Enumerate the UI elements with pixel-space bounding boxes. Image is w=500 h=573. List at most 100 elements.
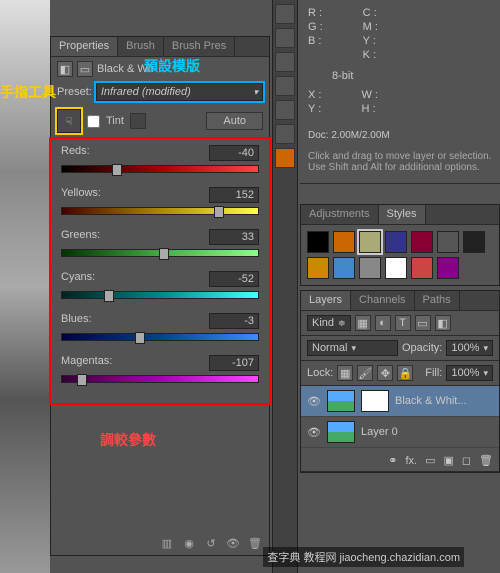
dock-icon[interactable] bbox=[275, 100, 295, 120]
lock-paint-icon[interactable]: 🖌 bbox=[357, 365, 373, 381]
filter-adjust-icon[interactable]: ◐ bbox=[375, 315, 391, 331]
slider-track[interactable] bbox=[61, 291, 259, 299]
tab-brush[interactable]: Brush bbox=[118, 37, 164, 56]
slider-thumb[interactable] bbox=[104, 290, 114, 302]
opacity-input[interactable]: 100%▾ bbox=[446, 340, 493, 356]
slider-track[interactable] bbox=[61, 249, 259, 257]
style-swatch[interactable] bbox=[411, 257, 433, 279]
tab-layers[interactable]: Layers bbox=[301, 291, 351, 310]
xy-readout: X :Y : bbox=[308, 88, 321, 116]
tint-checkbox[interactable] bbox=[87, 115, 100, 128]
layer-row[interactable]: 👁 Black & Whit... bbox=[301, 386, 499, 417]
lock-transparency-icon[interactable]: ▦ bbox=[337, 365, 353, 381]
layer-row[interactable]: 👁 Layer 0 bbox=[301, 417, 499, 448]
trash-icon[interactable]: 🗑 bbox=[247, 535, 263, 551]
delete-layer-icon[interactable]: 🗑 bbox=[479, 454, 493, 467]
dock-icon[interactable] bbox=[275, 124, 295, 144]
reset-icon[interactable]: ↺ bbox=[203, 535, 219, 551]
new-layer-icon[interactable]: ◻ bbox=[462, 454, 471, 467]
blend-mode-dropdown[interactable]: Normal▾ bbox=[307, 340, 398, 356]
rgb-readout: R :G :B : bbox=[308, 6, 323, 62]
dock-icon[interactable] bbox=[275, 52, 295, 72]
tint-swatch[interactable] bbox=[130, 113, 146, 129]
style-swatch[interactable] bbox=[437, 257, 459, 279]
tab-paths[interactable]: Paths bbox=[415, 291, 460, 310]
right-panels: R :G :B : C :M :Y :K : 8-bit X :Y : W :H… bbox=[300, 0, 500, 573]
visibility-toggle[interactable]: 👁 bbox=[307, 395, 321, 408]
slider-thumb[interactable] bbox=[214, 206, 224, 218]
layer-thumbnail bbox=[327, 421, 355, 443]
opacity-label: Opacity: bbox=[402, 342, 442, 354]
slider-track[interactable] bbox=[61, 375, 259, 383]
slider-value-input[interactable]: -52 bbox=[209, 271, 259, 287]
slider-label: Greens: bbox=[61, 229, 100, 245]
slider-thumb[interactable] bbox=[77, 374, 87, 386]
slider-thumb[interactable] bbox=[112, 164, 122, 176]
style-swatch[interactable] bbox=[463, 231, 485, 253]
visibility-icon[interactable]: 👁 bbox=[225, 535, 241, 551]
slider-value-input[interactable]: -107 bbox=[209, 355, 259, 371]
style-swatch[interactable] bbox=[359, 231, 381, 253]
color-sliders: Reds:-40Yellows:152Greens:33Cyans:-52Blu… bbox=[51, 139, 269, 403]
style-swatch[interactable] bbox=[385, 231, 407, 253]
preset-dropdown[interactable]: Infrared (modified) ▾ bbox=[96, 83, 263, 101]
dock-icon[interactable] bbox=[275, 76, 295, 96]
style-swatch[interactable] bbox=[411, 231, 433, 253]
wh-readout: W :H : bbox=[361, 88, 378, 116]
style-swatch[interactable] bbox=[437, 231, 459, 253]
tab-properties[interactable]: Properties bbox=[51, 37, 118, 56]
tab-styles[interactable]: Styles bbox=[379, 205, 426, 224]
visibility-toggle[interactable]: 👁 bbox=[307, 426, 321, 439]
new-group-icon[interactable]: ▣ bbox=[443, 454, 453, 467]
layer-mask-icon[interactable]: ▭ bbox=[425, 454, 435, 467]
style-swatch[interactable] bbox=[385, 257, 407, 279]
targeted-adjustment-tool[interactable]: ☟ bbox=[57, 109, 81, 133]
layer-fx-icon[interactable]: fx. bbox=[405, 455, 417, 467]
adjustments-panel: Adjustments Styles bbox=[300, 204, 500, 286]
chevron-down-icon: ▾ bbox=[253, 87, 258, 98]
style-swatch[interactable] bbox=[333, 257, 355, 279]
slider-value-input[interactable]: 33 bbox=[209, 229, 259, 245]
dock-icon[interactable] bbox=[275, 148, 295, 168]
layer-mask-thumbnail bbox=[361, 390, 389, 412]
doc-size: Doc: 2.00M/2.00M bbox=[308, 124, 492, 147]
style-swatch[interactable] bbox=[307, 231, 329, 253]
style-swatch[interactable] bbox=[307, 257, 329, 279]
filter-type-icon[interactable]: T bbox=[395, 315, 411, 331]
slider-thumb[interactable] bbox=[135, 332, 145, 344]
filter-shape-icon[interactable]: ▭ bbox=[415, 315, 431, 331]
bit-depth: 8-bit bbox=[332, 70, 492, 82]
lock-position-icon[interactable]: ✥ bbox=[377, 365, 393, 381]
style-swatch[interactable] bbox=[359, 257, 381, 279]
style-swatch[interactable] bbox=[333, 231, 355, 253]
tab-brush-presets[interactable]: Brush Pres bbox=[164, 37, 235, 56]
filter-smart-icon[interactable]: ◧ bbox=[435, 315, 451, 331]
dock-icon[interactable] bbox=[275, 4, 295, 24]
lock-all-icon[interactable]: 🔒 bbox=[397, 365, 413, 381]
auto-button[interactable]: Auto bbox=[206, 112, 263, 130]
slider-track[interactable] bbox=[61, 165, 259, 173]
slider-track[interactable] bbox=[61, 333, 259, 341]
view-previous-icon[interactable]: ◉ bbox=[181, 535, 197, 551]
mask-icon: ▭ bbox=[77, 61, 93, 77]
slider-track[interactable] bbox=[61, 207, 259, 215]
fill-input[interactable]: 100%▾ bbox=[446, 365, 493, 381]
slider-label: Magentas: bbox=[61, 355, 112, 371]
tab-channels[interactable]: Channels bbox=[351, 291, 414, 310]
tab-adjustments[interactable]: Adjustments bbox=[301, 205, 379, 224]
adjustment-icon: ◧ bbox=[57, 61, 73, 77]
slider-label: Yellows: bbox=[61, 187, 101, 203]
layer-name[interactable]: Black & Whit... bbox=[395, 395, 467, 407]
slider-thumb[interactable] bbox=[159, 248, 169, 260]
info-panel: R :G :B : C :M :Y :K : 8-bit X :Y : W :H… bbox=[300, 0, 500, 184]
panel-footer-icons: ▥ ◉ ↺ 👁 🗑 bbox=[159, 535, 263, 551]
layer-name[interactable]: Layer 0 bbox=[361, 426, 398, 438]
slider-value-input[interactable]: 152 bbox=[209, 187, 259, 203]
filter-pixel-icon[interactable]: ▦ bbox=[355, 315, 371, 331]
layer-filter-kind[interactable]: Kind≑ bbox=[307, 315, 351, 331]
slider-value-input[interactable]: -40 bbox=[209, 145, 259, 161]
link-layers-icon[interactable]: ⚭ bbox=[388, 454, 397, 467]
clip-icon[interactable]: ▥ bbox=[159, 535, 175, 551]
slider-value-input[interactable]: -3 bbox=[209, 313, 259, 329]
dock-icon[interactable] bbox=[275, 28, 295, 48]
